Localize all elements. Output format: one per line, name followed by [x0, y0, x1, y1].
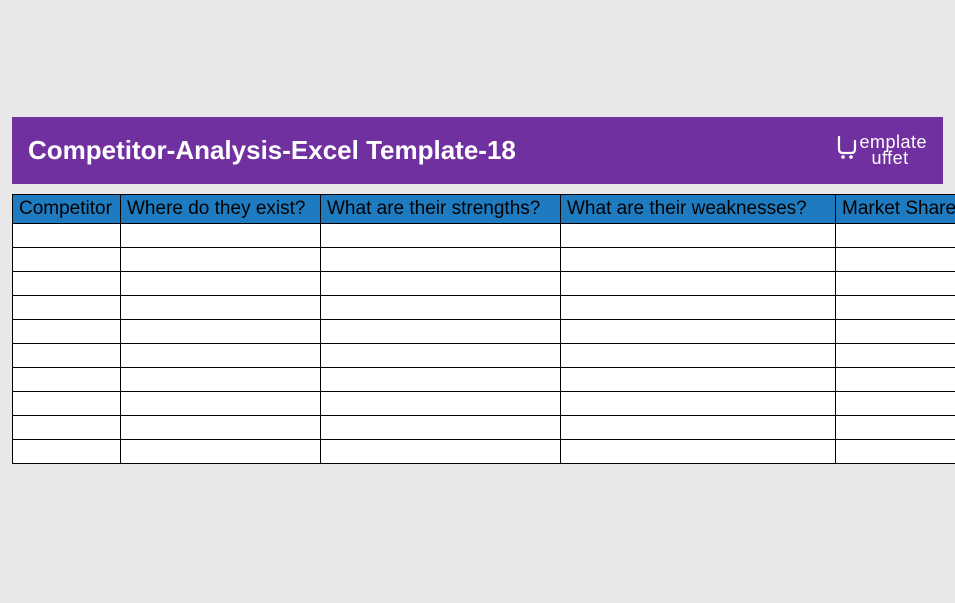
table-body — [13, 224, 955, 464]
cell[interactable] — [121, 344, 321, 368]
table-row — [13, 368, 955, 392]
cell[interactable] — [561, 296, 836, 320]
template-container: Competitor-Analysis-Excel Template-18 em… — [12, 117, 943, 464]
cell[interactable] — [121, 224, 321, 248]
cell[interactable] — [121, 320, 321, 344]
cell[interactable] — [121, 440, 321, 464]
cell[interactable] — [321, 296, 561, 320]
col-header-strengths: What are their strengths? — [321, 195, 561, 224]
cell[interactable] — [121, 248, 321, 272]
cell[interactable] — [121, 272, 321, 296]
cell[interactable] — [836, 392, 955, 416]
cell[interactable] — [13, 368, 121, 392]
table-row — [13, 296, 955, 320]
col-header-share: Market Share — [836, 195, 955, 224]
cell[interactable] — [321, 224, 561, 248]
table-row — [13, 248, 955, 272]
cell[interactable] — [561, 272, 836, 296]
cell[interactable] — [121, 392, 321, 416]
cart-icon — [837, 135, 857, 159]
page-title: Competitor-Analysis-Excel Template-18 — [28, 135, 516, 166]
cell[interactable] — [561, 368, 836, 392]
competitor-table: Competitor Where do they exist? What are… — [12, 194, 955, 464]
cell[interactable] — [561, 248, 836, 272]
cell[interactable] — [321, 320, 561, 344]
table-row — [13, 224, 955, 248]
cell[interactable] — [561, 440, 836, 464]
logo-line2: uffet — [859, 151, 927, 166]
cell[interactable] — [13, 416, 121, 440]
col-header-exist: Where do they exist? — [121, 195, 321, 224]
table-row — [13, 272, 955, 296]
cell[interactable] — [321, 368, 561, 392]
cell[interactable] — [321, 440, 561, 464]
header-bar: Competitor-Analysis-Excel Template-18 em… — [12, 117, 943, 184]
table-row — [13, 392, 955, 416]
logo: emplate uffet — [837, 135, 927, 166]
cell[interactable] — [13, 392, 121, 416]
cell[interactable] — [13, 344, 121, 368]
cell[interactable] — [836, 248, 955, 272]
col-header-weaknesses: What are their weaknesses? — [561, 195, 836, 224]
logo-text: emplate uffet — [859, 135, 927, 166]
table-header-row: Competitor Where do they exist? What are… — [13, 195, 955, 224]
cell[interactable] — [561, 392, 836, 416]
cell[interactable] — [836, 320, 955, 344]
cell[interactable] — [13, 320, 121, 344]
table-row — [13, 440, 955, 464]
cell[interactable] — [561, 224, 836, 248]
cell[interactable] — [121, 368, 321, 392]
table-row — [13, 416, 955, 440]
cell[interactable] — [836, 416, 955, 440]
cell[interactable] — [836, 224, 955, 248]
col-header-competitor: Competitor — [13, 195, 121, 224]
cell[interactable] — [561, 416, 836, 440]
cell[interactable] — [13, 440, 121, 464]
cell[interactable] — [13, 248, 121, 272]
cell[interactable] — [561, 320, 836, 344]
cell[interactable] — [561, 344, 836, 368]
cell[interactable] — [321, 248, 561, 272]
cell[interactable] — [13, 296, 121, 320]
cell[interactable] — [836, 440, 955, 464]
cell[interactable] — [321, 416, 561, 440]
cell[interactable] — [836, 344, 955, 368]
spacer — [12, 184, 943, 194]
table-row — [13, 344, 955, 368]
cell[interactable] — [836, 272, 955, 296]
cell[interactable] — [321, 344, 561, 368]
cell[interactable] — [121, 296, 321, 320]
cell[interactable] — [836, 296, 955, 320]
cell[interactable] — [13, 224, 121, 248]
cell[interactable] — [836, 368, 955, 392]
cell[interactable] — [13, 272, 121, 296]
cell[interactable] — [121, 416, 321, 440]
cell[interactable] — [321, 272, 561, 296]
cell[interactable] — [321, 392, 561, 416]
table-row — [13, 320, 955, 344]
